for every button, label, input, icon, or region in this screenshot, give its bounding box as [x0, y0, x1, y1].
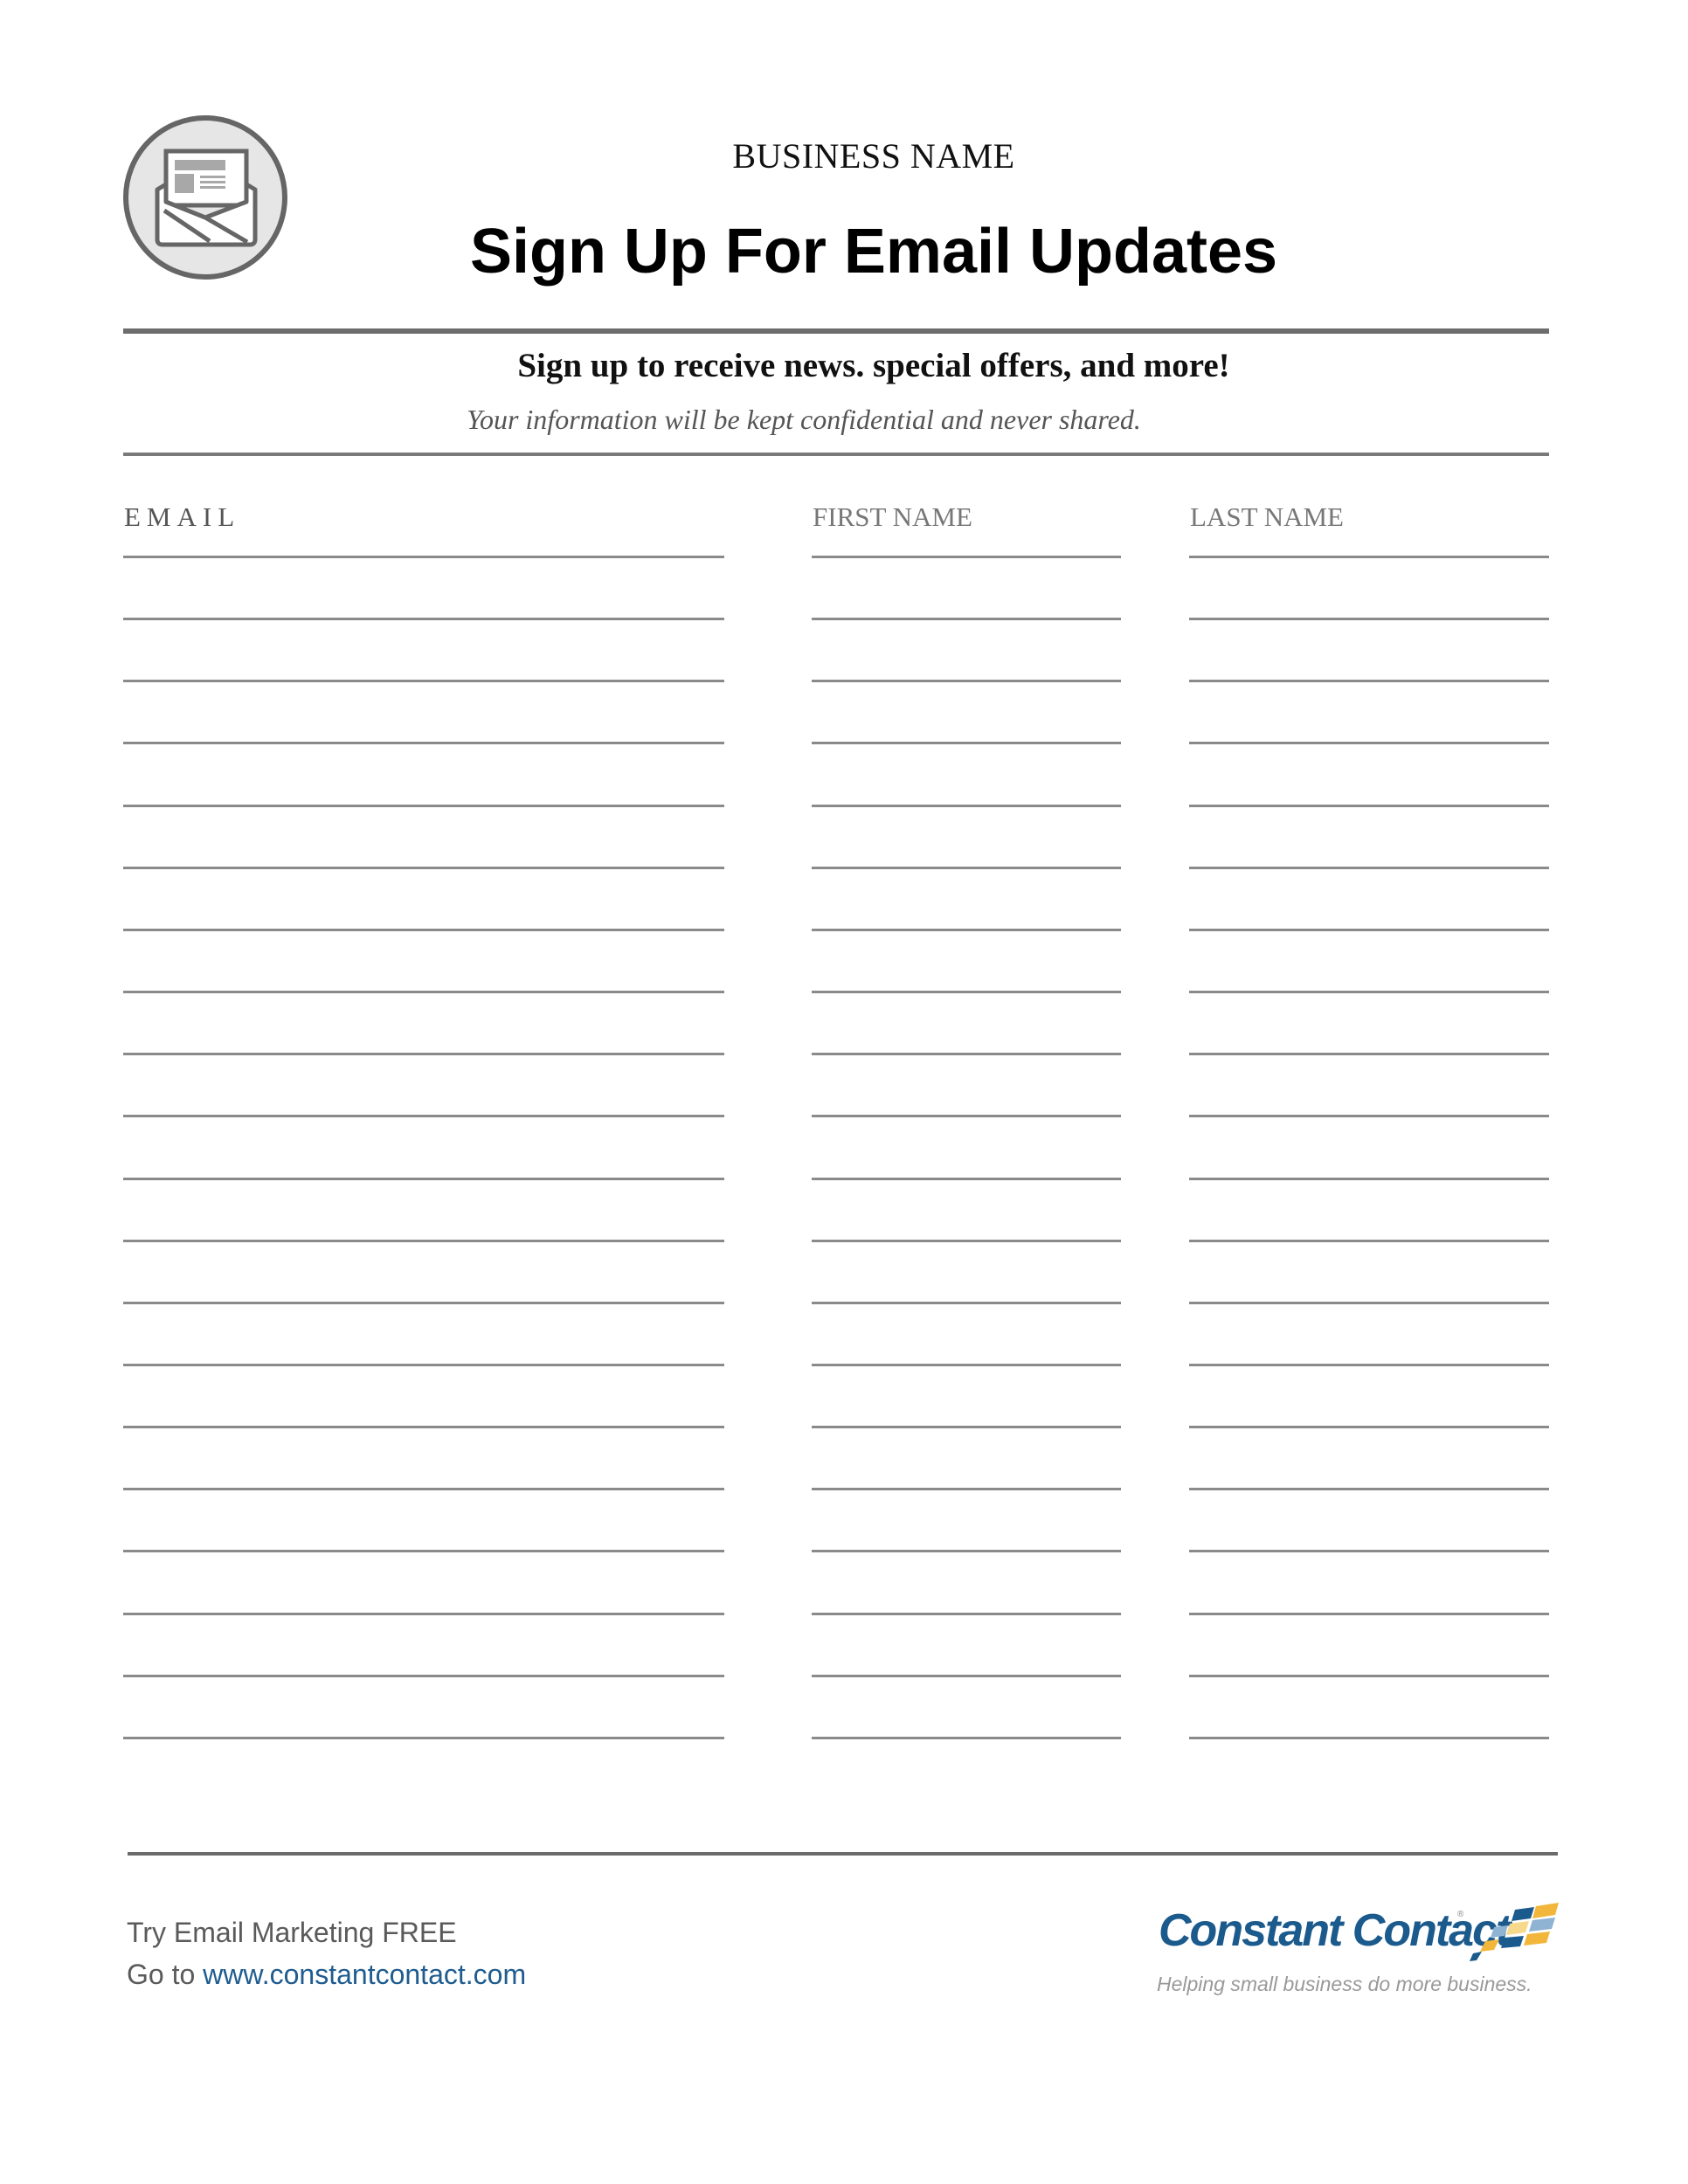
entry-line-email[interactable]	[123, 929, 724, 931]
entry-line-first[interactable]	[812, 1426, 1121, 1428]
entry-line-last[interactable]	[1189, 1675, 1549, 1677]
entry-line-first[interactable]	[812, 1115, 1121, 1117]
entry-line-email[interactable]	[123, 805, 724, 807]
entry-line-first[interactable]	[812, 1488, 1121, 1490]
brand-tagline: Helping small business do more business.	[1157, 1973, 1532, 1995]
entry-line-first[interactable]	[812, 618, 1121, 620]
registered-mark: ®	[1457, 1910, 1464, 1919]
entry-line-last[interactable]	[1189, 1488, 1549, 1490]
entry-line-first[interactable]	[812, 680, 1121, 682]
entry-line-first[interactable]	[812, 1737, 1121, 1739]
entry-line-last[interactable]	[1189, 991, 1549, 993]
entry-line-last[interactable]	[1189, 867, 1549, 869]
footer-divider	[128, 1852, 1558, 1856]
entry-line-last[interactable]	[1189, 556, 1549, 558]
entry-line-last[interactable]	[1189, 1053, 1549, 1055]
entry-line-last[interactable]	[1189, 1364, 1549, 1366]
entry-line-email[interactable]	[123, 1550, 724, 1552]
entry-line-first[interactable]	[812, 1364, 1121, 1366]
entry-line-last[interactable]	[1189, 618, 1549, 620]
entry-line-email[interactable]	[123, 1115, 724, 1117]
entry-line-email[interactable]	[123, 1240, 724, 1242]
entry-line-email[interactable]	[123, 1488, 724, 1490]
entry-line-first[interactable]	[812, 1613, 1121, 1615]
entry-line-last[interactable]	[1189, 742, 1549, 744]
column-label-email: EMAIL	[124, 501, 241, 532]
entry-line-first[interactable]	[812, 556, 1121, 558]
intro-divider	[123, 453, 1549, 456]
entry-line-email[interactable]	[123, 742, 724, 744]
entry-line-first[interactable]	[812, 1302, 1121, 1304]
entry-line-email[interactable]	[123, 1675, 724, 1677]
entry-line-email[interactable]	[123, 1737, 724, 1739]
entry-line-first[interactable]	[812, 991, 1121, 993]
entry-line-first[interactable]	[812, 1240, 1121, 1242]
entry-line-last[interactable]	[1189, 1737, 1549, 1739]
entry-line-first[interactable]	[812, 1675, 1121, 1677]
constant-contact-mark-icon	[1468, 1901, 1564, 1962]
entry-line-last[interactable]	[1189, 805, 1549, 807]
entry-line-email[interactable]	[123, 991, 724, 993]
entry-line-email[interactable]	[123, 556, 724, 558]
entry-line-last[interactable]	[1189, 1115, 1549, 1117]
entry-line-last[interactable]	[1189, 1550, 1549, 1552]
header-divider	[123, 328, 1549, 334]
entry-line-last[interactable]	[1189, 929, 1549, 931]
entry-line-email[interactable]	[123, 1426, 724, 1428]
entry-line-email[interactable]	[123, 680, 724, 682]
column-label-first-name: FIRST NAME	[813, 501, 972, 532]
entry-line-last[interactable]	[1189, 1178, 1549, 1180]
entry-line-email[interactable]	[123, 1053, 724, 1055]
entry-line-last[interactable]	[1189, 1613, 1549, 1615]
entry-line-first[interactable]	[812, 929, 1121, 931]
entry-line-first[interactable]	[812, 742, 1121, 744]
entry-line-last[interactable]	[1189, 1240, 1549, 1242]
entry-line-email[interactable]	[123, 867, 724, 869]
entry-line-email[interactable]	[123, 1613, 724, 1615]
entry-line-email[interactable]	[123, 618, 724, 620]
entry-line-last[interactable]	[1189, 680, 1549, 682]
tagline: Sign up to receive news. special offers,…	[517, 347, 1230, 384]
entry-line-first[interactable]	[812, 867, 1121, 869]
goto-line: Go to www.constantcontact.com	[127, 1953, 526, 1995]
page-title: Sign Up For Email Updates	[469, 217, 1278, 287]
privacy-note: Your information will be kept confidenti…	[467, 404, 1141, 435]
entry-line-email[interactable]	[123, 1302, 724, 1304]
entry-line-first[interactable]	[812, 1550, 1121, 1552]
entry-line-first[interactable]	[812, 805, 1121, 807]
business-name: BUSINESS NAME	[732, 136, 1015, 176]
entry-line-first[interactable]	[812, 1053, 1121, 1055]
column-label-last-name: LAST NAME	[1190, 501, 1344, 532]
entry-line-email[interactable]	[123, 1178, 724, 1180]
promo-line: Try Email Marketing FREE	[127, 1917, 457, 1948]
constant-contact-link[interactable]: www.constantcontact.com	[203, 1959, 526, 1990]
entry-line-last[interactable]	[1189, 1426, 1549, 1428]
entry-line-last[interactable]	[1189, 1302, 1549, 1304]
entry-line-email[interactable]	[123, 1364, 724, 1366]
entry-line-first[interactable]	[812, 1178, 1121, 1180]
goto-prefix: Go to	[127, 1959, 204, 1990]
footer-promo: Try Email Marketing FREE Go to www.const…	[127, 1911, 526, 1995]
